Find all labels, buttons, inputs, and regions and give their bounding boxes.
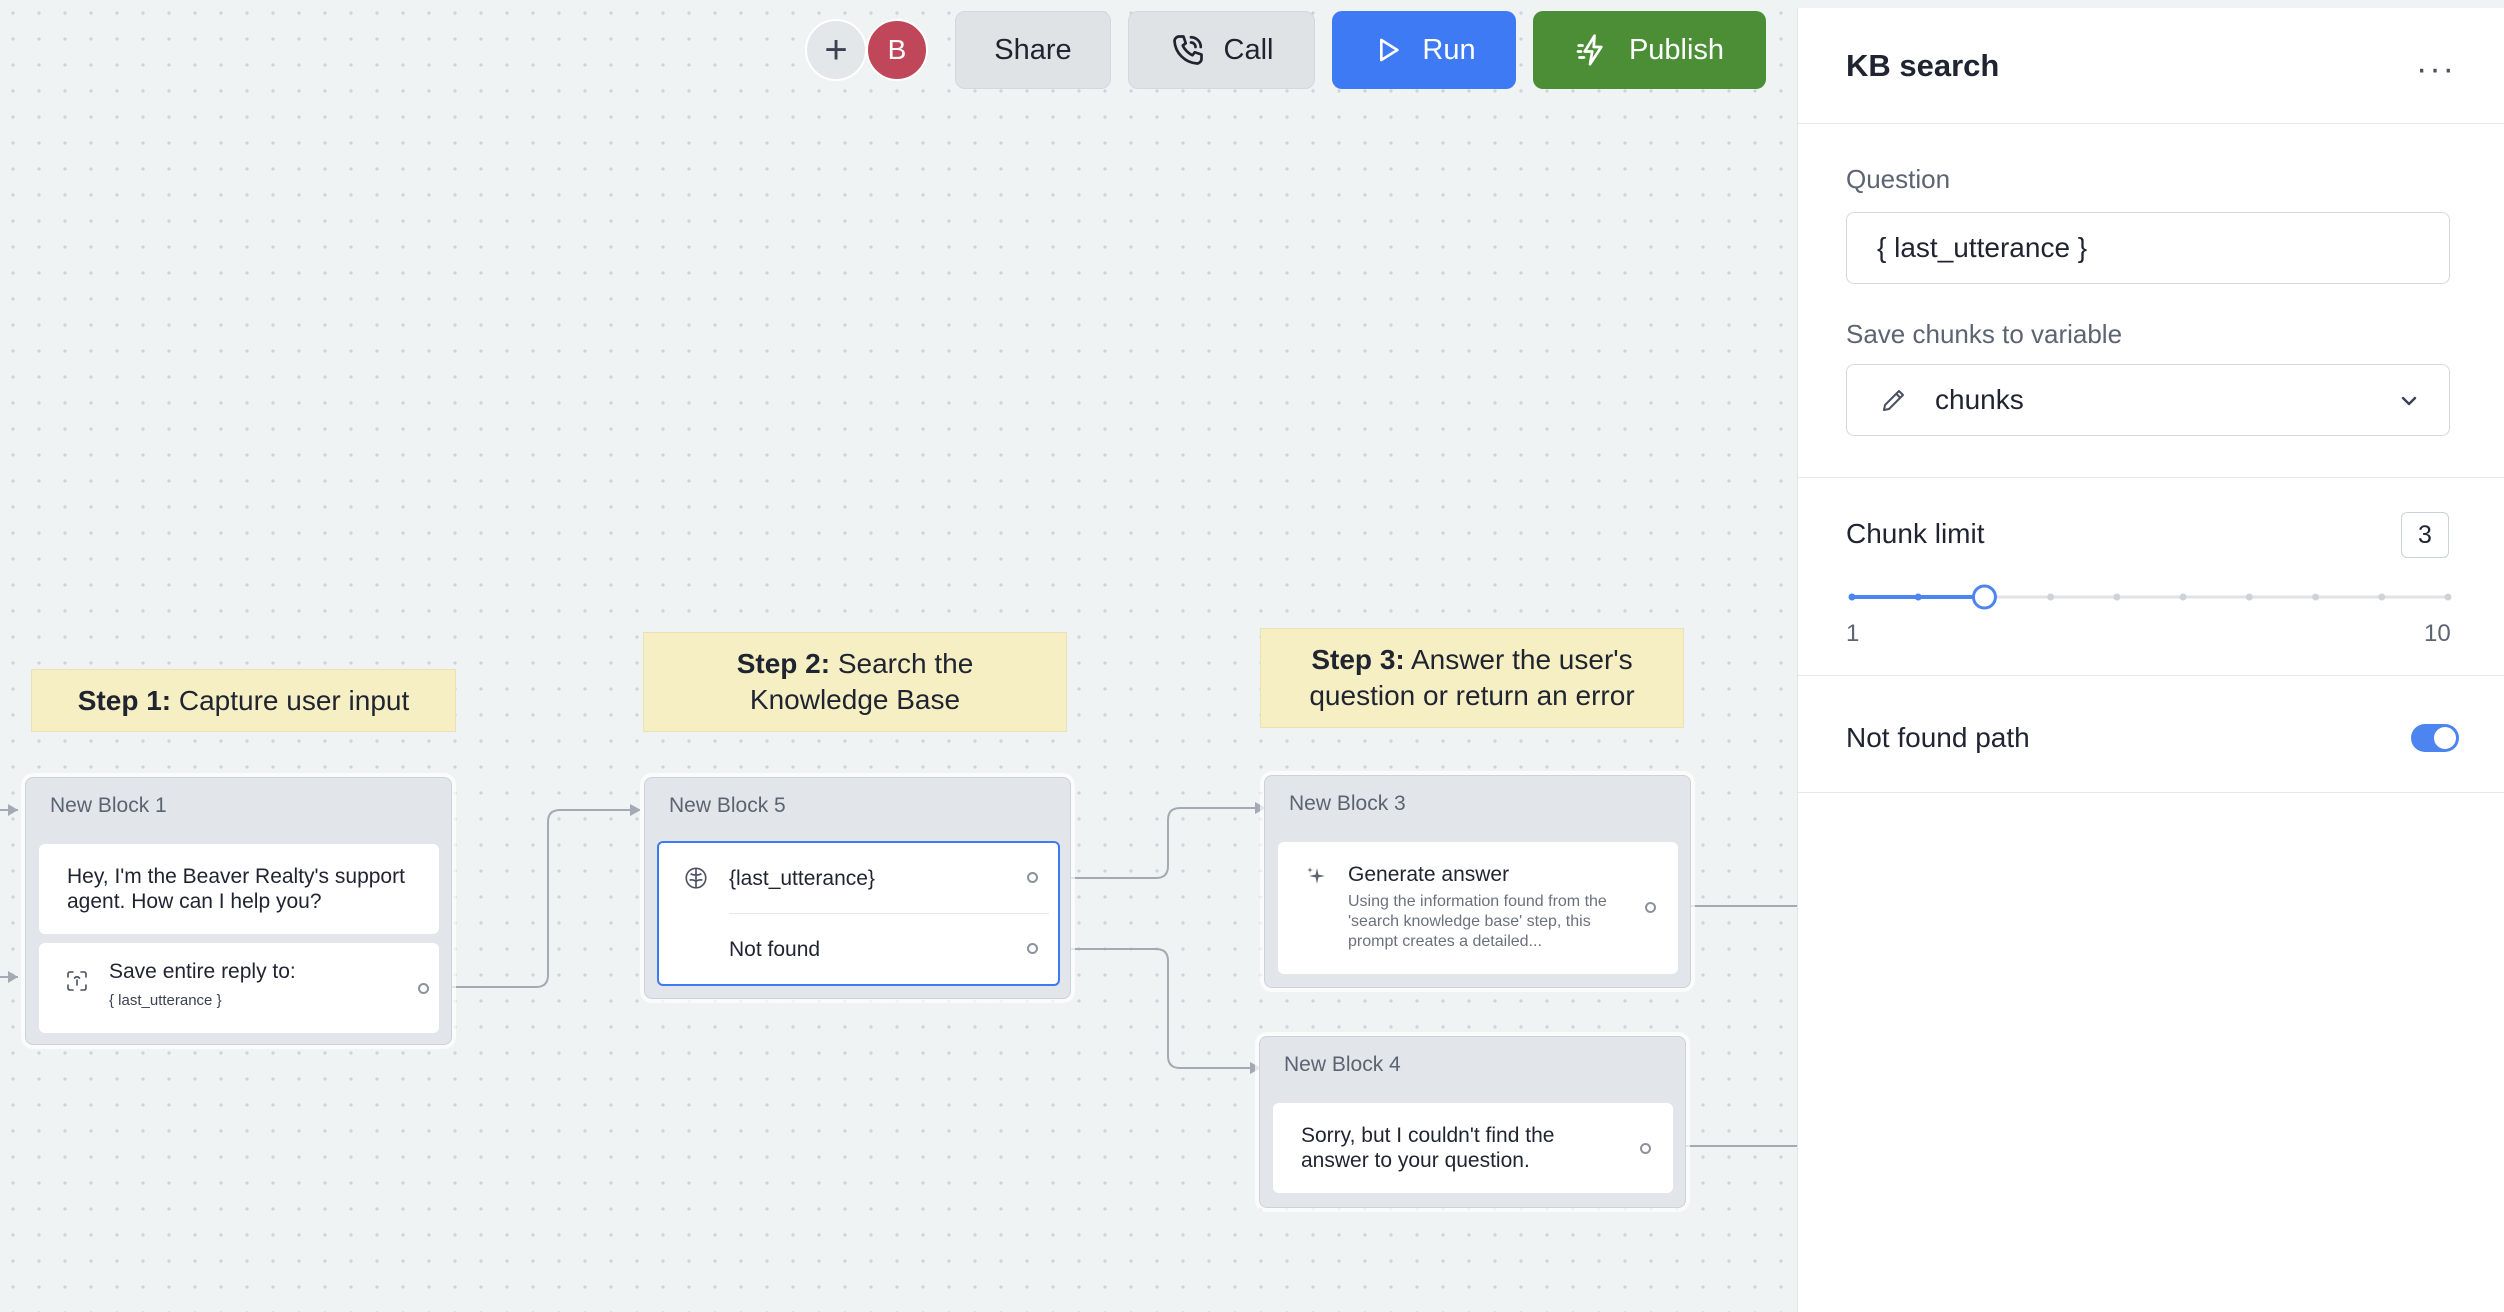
question-value: { last_utterance }: [1877, 232, 2088, 263]
question-input[interactable]: { last_utterance }: [1846, 212, 2450, 284]
pencil-icon: [1883, 390, 1904, 411]
kb-not-found-port[interactable]: [1027, 943, 1038, 954]
slider-max-label: 10: [2424, 620, 2451, 647]
slider-tick[interactable]: [2245, 593, 2253, 601]
chunk-limit-value[interactable]: 3: [2401, 512, 2449, 558]
capture-output-port[interactable]: [418, 983, 429, 994]
publish-bolt-icon: [1576, 34, 1603, 66]
not-found-path: Not found: [729, 938, 821, 961]
avatar-initial: B: [887, 34, 907, 65]
step1-note-text: Capture user input: [171, 684, 410, 716]
kb-divider: [729, 913, 1049, 914]
panel-divider: [1798, 792, 2504, 793]
slider-thumb[interactable]: [1971, 584, 1997, 610]
slider-min-label: 1: [1846, 620, 1860, 647]
not-found-path-toggle[interactable]: [2411, 724, 2459, 752]
capture-variable: { last_utterance }: [109, 992, 222, 1009]
publish-button[interactable]: Publish: [1533, 11, 1766, 89]
slider-tick[interactable]: [2312, 593, 2320, 601]
step3-note[interactable]: Step 3: Answer the user's question or re…: [1260, 628, 1684, 728]
share-button[interactable]: Share: [955, 11, 1111, 89]
share-label: Share: [994, 33, 1072, 66]
step3-note-number: Step 3:: [1311, 644, 1405, 675]
sorry-message-step[interactable]: Sorry, but I couldn't find the answer to…: [1273, 1103, 1673, 1193]
slider-tick[interactable]: [2113, 593, 2121, 601]
block-new-block-3[interactable]: New Block 3 Generate answer Using the in…: [1264, 775, 1691, 988]
avatar[interactable]: B: [866, 19, 928, 81]
block-title: New Block 1: [50, 794, 167, 817]
question-label: Question: [1846, 164, 1951, 194]
sorry-output-port[interactable]: [1640, 1143, 1651, 1154]
block-title: New Block 3: [1289, 792, 1406, 815]
link-block5-block3: [1060, 807, 1255, 879]
slider-tick[interactable]: [1848, 593, 1856, 601]
message-step[interactable]: Hey, I'm the Beaver Realty's support age…: [39, 844, 439, 934]
block-title: New Block 4: [1284, 1053, 1401, 1076]
link-block5-block4: [1060, 948, 1250, 1069]
step1-note[interactable]: Step 1: Capture user input: [31, 669, 456, 732]
slider-tick[interactable]: [2444, 593, 2452, 601]
publish-label: Publish: [1628, 33, 1725, 66]
slider-tick[interactable]: [2378, 593, 2386, 601]
link-block1-block5: [440, 809, 630, 988]
chevron-down-icon: [2401, 396, 2417, 406]
add-collaborator-button[interactable]: +: [805, 19, 867, 81]
play-icon: [1380, 38, 1400, 62]
block-new-block-5[interactable]: New Block 5 {last_utterance} Not found: [644, 777, 1071, 999]
block-new-block-4[interactable]: New Block 4 Sorry, but I couldn't find t…: [1259, 1036, 1686, 1208]
panel-divider: [1798, 675, 2504, 676]
toggle-knob: [2434, 727, 2456, 749]
generate-output-port[interactable]: [1645, 902, 1656, 913]
sorry-message-text: Sorry, but I couldn't find the answer to…: [1301, 1124, 1555, 1172]
kb-search-step[interactable]: {last_utterance} Not found: [657, 841, 1060, 986]
generate-answer-step[interactable]: Generate answer Using the information fo…: [1278, 842, 1678, 974]
slider-tick[interactable]: [2179, 593, 2187, 601]
call-label: Call: [1223, 33, 1274, 66]
capture-label: Save entire reply to:: [109, 960, 296, 983]
slider-tick[interactable]: [1914, 593, 1922, 601]
chunk-limit-slider[interactable]: [1838, 568, 2468, 618]
step2-note-number: Step 2:: [736, 648, 831, 679]
message-text: Hey, I'm the Beaver Realty's support age…: [67, 865, 405, 913]
block-title: New Block 5: [669, 794, 786, 817]
generate-answer-label: Generate answer: [1348, 863, 1510, 886]
panel-divider: [1798, 477, 2504, 478]
plus-icon: +: [824, 27, 848, 72]
run-button[interactable]: Run: [1332, 11, 1516, 89]
more-options-icon[interactable]: ···: [2416, 50, 2456, 89]
not-found-path-label: Not found path: [1846, 722, 2030, 753]
save-chunks-value: chunks: [1935, 384, 2024, 415]
block-new-block-1[interactable]: New Block 1 Hey, I'm the Beaver Realty's…: [25, 777, 452, 1045]
kb-query: {last_utterance}: [729, 867, 875, 890]
generate-answer-description: Using the information found from the 'se…: [1348, 893, 1607, 950]
sparkle-icon: [1307, 867, 1325, 884]
panel-title: KB search: [1846, 48, 2000, 83]
step1-note-number: Step 1:: [77, 684, 172, 716]
kb-found-port[interactable]: [1027, 872, 1038, 883]
capture-step[interactable]: Save entire reply to: { last_utterance }: [39, 943, 439, 1033]
slider-tick[interactable]: [2047, 593, 2055, 601]
save-chunks-select[interactable]: chunks: [1846, 364, 2450, 436]
run-label: Run: [1422, 33, 1476, 66]
save-chunks-label: Save chunks to variable: [1846, 319, 2123, 349]
call-button[interactable]: Call: [1128, 11, 1315, 89]
chunk-limit-label: Chunk limit: [1846, 518, 1985, 549]
step2-note[interactable]: Step 2: Search the Knowledge Base: [643, 632, 1067, 732]
phone-icon: [1172, 35, 1203, 65]
brain-icon: [685, 867, 707, 889]
panel-divider: [1798, 123, 2504, 124]
capture-icon: [67, 971, 87, 991]
kb-search-panel: KB search ··· Question { last_utterance …: [1797, 8, 2504, 1312]
